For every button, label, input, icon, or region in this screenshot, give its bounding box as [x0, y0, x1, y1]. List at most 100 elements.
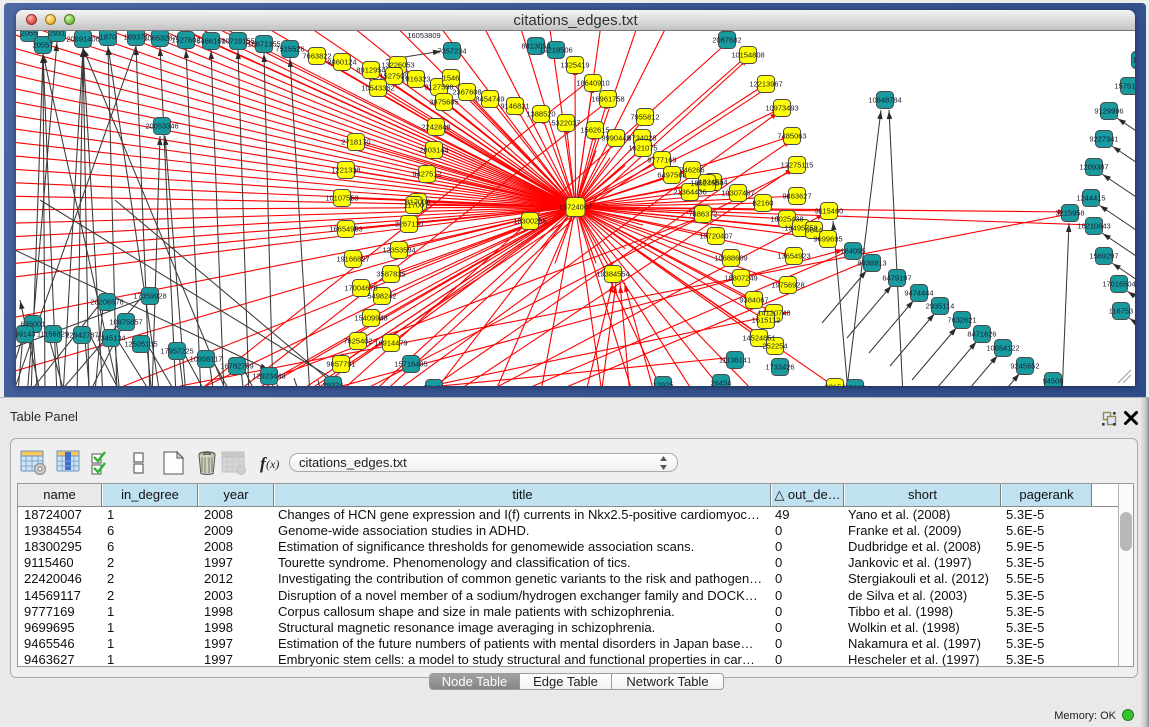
- svg-text:9115460: 9115460: [815, 207, 844, 216]
- svg-text:(x): (x): [266, 457, 279, 471]
- svg-text:1621075: 1621075: [628, 144, 657, 153]
- svg-text:10154808: 10154808: [731, 51, 764, 60]
- svg-text:16654983: 16654983: [329, 225, 362, 234]
- svg-text:12353594: 12353594: [382, 246, 415, 255]
- svg-text:19756928: 19756928: [771, 281, 804, 290]
- svg-text:1733426: 1733426: [765, 363, 794, 372]
- svg-text:1112: 1112: [1132, 56, 1135, 65]
- svg-text:7485063: 7485063: [777, 132, 806, 141]
- svg-text:9384067: 9384067: [739, 296, 768, 305]
- svg-text:6479197: 6479197: [882, 274, 911, 283]
- svg-text:2087682: 2087682: [712, 36, 741, 45]
- svg-text:7632621: 7632621: [947, 316, 976, 325]
- svg-text:17359928: 17359928: [133, 292, 166, 301]
- svg-text:7515526: 7515526: [275, 45, 304, 54]
- svg-text:1244415: 1244415: [1076, 194, 1105, 203]
- svg-text:10307487: 10307487: [721, 189, 754, 198]
- svg-text:9699695: 9699695: [813, 235, 842, 244]
- svg-text:2242848: 2242848: [421, 123, 450, 132]
- svg-text:13654923: 13654923: [777, 252, 810, 261]
- svg-text:9474444: 9474444: [904, 289, 933, 298]
- svg-text:11700: 11700: [404, 201, 424, 210]
- svg-text:26206576: 26206576: [90, 298, 123, 307]
- svg-text:1569297: 1569297: [1089, 252, 1118, 261]
- svg-text:12505135: 12505135: [124, 340, 157, 349]
- svg-text:116753: 116753: [1109, 307, 1133, 316]
- svg-text:19384554: 19384554: [596, 270, 629, 279]
- svg-text:16961758: 16961758: [591, 95, 624, 104]
- svg-text:12213967: 12213967: [749, 80, 782, 89]
- svg-text:18624554: 18624554: [690, 179, 723, 188]
- svg-text:1870: 1870: [100, 33, 117, 42]
- svg-text:10025438: 10025438: [770, 215, 803, 224]
- svg-text:12925: 12925: [653, 381, 674, 387]
- svg-text:10958117: 10958117: [190, 355, 223, 364]
- svg-text:1546: 1546: [443, 74, 460, 83]
- svg-text:9463627: 9463627: [782, 192, 811, 201]
- svg-text:7357234: 7357234: [437, 47, 466, 56]
- svg-text:94506: 94506: [1043, 377, 1064, 386]
- svg-text:9844: 9844: [806, 226, 823, 235]
- svg-text:12275115: 12275115: [781, 161, 814, 170]
- svg-text:18724007: 18724007: [559, 203, 592, 212]
- svg-text:18300295: 18300295: [513, 217, 546, 226]
- svg-text:746266: 746266: [679, 166, 704, 175]
- svg-text:7955812: 7955812: [630, 113, 659, 122]
- svg-text:20691406: 20691406: [66, 35, 99, 44]
- svg-text:9734028: 9734028: [627, 134, 656, 143]
- svg-text:7625402: 7625402: [343, 337, 372, 346]
- svg-text:16210643: 16210643: [1077, 222, 1110, 231]
- svg-text:2718170: 2718170: [341, 138, 370, 147]
- svg-text:164095: 164095: [840, 247, 865, 256]
- svg-text:9245652: 9245652: [1010, 362, 1039, 371]
- svg-text:15409948: 15409948: [354, 314, 387, 323]
- svg-text:19166827: 19166827: [336, 255, 369, 264]
- svg-text:8938913: 8938913: [857, 259, 886, 268]
- svg-text:16782759: 16782759: [220, 362, 253, 371]
- svg-text:1325419: 1325419: [560, 61, 589, 70]
- svg-text:76450: 76450: [424, 384, 445, 387]
- svg-text:1615112: 1615112: [752, 316, 781, 325]
- svg-text:1209387: 1209387: [1079, 163, 1108, 172]
- svg-text:15720407: 15720407: [699, 232, 732, 241]
- svg-text:9777169: 9777169: [647, 156, 676, 165]
- svg-text:10107553: 10107553: [325, 194, 358, 203]
- svg-text:5322037: 5322037: [551, 119, 580, 128]
- svg-text:87645: 87645: [845, 384, 866, 387]
- svg-text:15716485: 15716485: [394, 360, 427, 369]
- svg-text:13226053: 13226053: [381, 61, 414, 70]
- svg-text:20557: 20557: [33, 41, 54, 50]
- svg-text:9427512: 9427512: [412, 170, 441, 179]
- svg-text:3215958: 3215958: [1055, 209, 1084, 218]
- svg-text:1345134: 1345134: [96, 334, 125, 343]
- svg-text:3875685: 3875685: [429, 98, 458, 107]
- svg-text:635001: 635001: [20, 320, 45, 329]
- svg-text:17016504: 17016504: [1102, 280, 1135, 289]
- svg-text:10973493: 10973493: [765, 104, 798, 113]
- svg-text:3587835: 3587835: [376, 270, 405, 279]
- svg-text:16053809: 16053809: [407, 31, 440, 40]
- svg-text:9146821: 9146821: [500, 102, 529, 111]
- svg-text:9860124: 9860124: [327, 58, 356, 67]
- svg-text:9657791: 9657791: [326, 360, 355, 369]
- svg-text:11136141: 11136141: [719, 356, 751, 365]
- svg-text:20053346: 20053346: [145, 122, 178, 131]
- svg-text:1575107: 1575107: [1114, 82, 1135, 91]
- svg-text:12923448: 12923448: [252, 372, 285, 381]
- svg-text:10543362: 10543362: [361, 84, 394, 93]
- svg-text:29324: 29324: [323, 381, 344, 387]
- svg-text:9129996: 9129996: [1094, 107, 1123, 116]
- svg-text:12942737: 12942737: [65, 331, 98, 340]
- svg-text:252254: 252254: [762, 342, 787, 351]
- svg-text:9227341: 9227341: [1089, 135, 1118, 144]
- svg-text:1221338: 1221338: [331, 166, 360, 175]
- svg-text:10648784: 10648784: [868, 96, 901, 105]
- svg-text:2055: 2055: [21, 31, 38, 38]
- svg-text:10975857: 10975857: [109, 318, 142, 327]
- svg-text:99143: 99143: [16, 330, 35, 339]
- svg-text:62160: 62160: [753, 199, 774, 208]
- svg-text:3267110: 3267110: [395, 220, 424, 229]
- svg-text:11156829: 11156829: [37, 330, 69, 339]
- svg-text:9990448: 9990448: [601, 134, 630, 143]
- svg-text:26454: 26454: [711, 379, 732, 387]
